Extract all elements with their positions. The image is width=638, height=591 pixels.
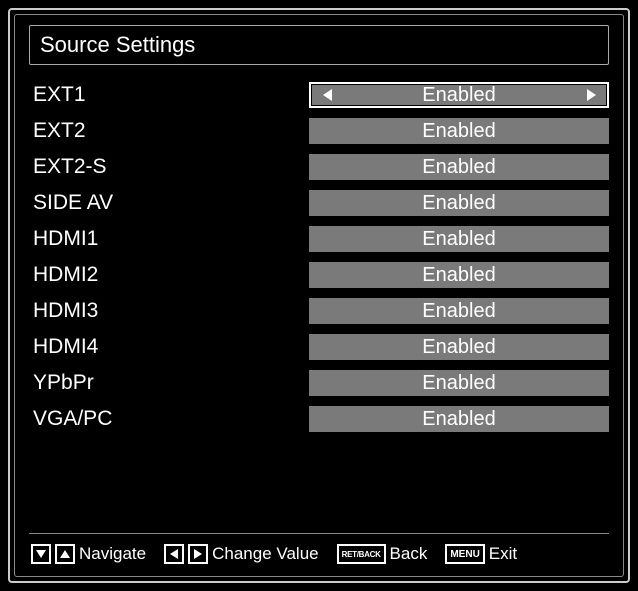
source-row[interactable]: EXT2 Enabled [29, 115, 609, 147]
source-label: EXT2-S [29, 155, 309, 179]
source-value: Enabled [422, 408, 495, 431]
source-value-selector[interactable]: Enabled [309, 226, 609, 252]
source-label: YPbPr [29, 371, 309, 395]
source-row[interactable]: HDMI2 Enabled [29, 259, 609, 291]
back-label: Back [390, 544, 428, 564]
source-value-selector[interactable]: Enabled [309, 262, 609, 288]
source-value: Enabled [422, 300, 495, 323]
source-row[interactable]: HDMI3 Enabled [29, 295, 609, 327]
source-row[interactable]: HDMI4 Enabled [29, 331, 609, 363]
up-key-icon [55, 544, 75, 564]
change-value-label: Change Value [212, 544, 319, 564]
source-row[interactable]: YPbPr Enabled [29, 367, 609, 399]
source-value-selector[interactable]: Enabled [309, 154, 609, 180]
footer: Navigate Change Value RET/BACK Back MENU… [29, 534, 609, 566]
left-key-icon [164, 544, 184, 564]
chevron-right-icon[interactable] [579, 84, 603, 106]
source-value: Enabled [422, 156, 495, 179]
source-label: SIDE AV [29, 191, 309, 215]
inner-frame: Source Settings EXT1EnabledEXT2EnabledEX… [14, 14, 624, 577]
source-value-selector[interactable]: Enabled [309, 298, 609, 324]
source-value-selector[interactable]: Enabled [309, 190, 609, 216]
outer-frame: Source Settings EXT1EnabledEXT2EnabledEX… [8, 8, 630, 583]
source-value-selector[interactable]: Enabled [309, 334, 609, 360]
source-label: EXT2 [29, 119, 309, 143]
source-label: HDMI4 [29, 335, 309, 359]
source-label: HDMI1 [29, 227, 309, 251]
ret-back-key-icon: RET/BACK [337, 544, 386, 564]
source-value: Enabled [422, 264, 495, 287]
footer-change-value: Change Value [164, 544, 319, 564]
source-row[interactable]: SIDE AV Enabled [29, 187, 609, 219]
source-value-selector[interactable]: Enabled [309, 118, 609, 144]
footer-navigate: Navigate [31, 544, 146, 564]
exit-label: Exit [489, 544, 517, 564]
source-label: HDMI3 [29, 299, 309, 323]
menu-key-icon: MENU [445, 544, 484, 564]
source-value: Enabled [422, 228, 495, 251]
source-value: Enabled [422, 120, 495, 143]
navigate-label: Navigate [79, 544, 146, 564]
right-key-icon [188, 544, 208, 564]
source-label: HDMI2 [29, 263, 309, 287]
source-row[interactable]: EXT2-S Enabled [29, 151, 609, 183]
source-value: Enabled [422, 372, 495, 395]
source-value-selector[interactable]: Enabled [309, 406, 609, 432]
source-value: Enabled [422, 84, 495, 107]
source-row[interactable]: VGA/PC Enabled [29, 403, 609, 435]
down-key-icon [31, 544, 51, 564]
chevron-left-icon[interactable] [315, 84, 339, 106]
source-row[interactable]: HDMI1 Enabled [29, 223, 609, 255]
source-value-selector[interactable]: Enabled [309, 82, 609, 108]
source-label: EXT1 [29, 83, 309, 107]
source-row[interactable]: EXT1 Enabled [29, 79, 609, 111]
source-value-selector[interactable]: Enabled [309, 370, 609, 396]
page-title: Source Settings [29, 25, 609, 65]
source-label: VGA/PC [29, 407, 309, 431]
settings-list: EXT1EnabledEXT2EnabledEXT2-SEnabledSIDE … [29, 79, 609, 527]
footer-back: RET/BACK Back [337, 544, 428, 564]
source-value: Enabled [422, 192, 495, 215]
footer-exit: MENU Exit [445, 544, 517, 564]
source-value: Enabled [422, 336, 495, 359]
